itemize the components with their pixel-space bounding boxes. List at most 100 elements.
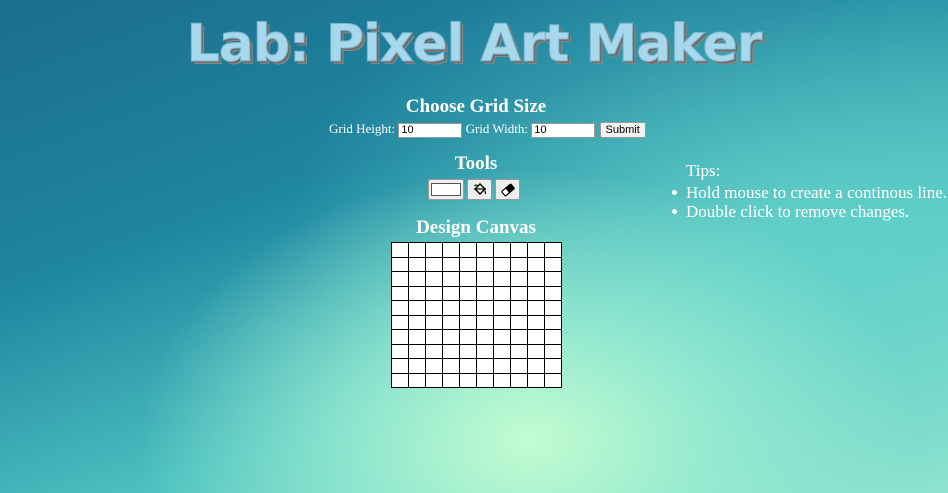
submit-button[interactable]: Submit	[599, 122, 646, 139]
canvas-cell[interactable]	[510, 285, 528, 301]
canvas-cell[interactable]	[391, 372, 409, 388]
canvas-cell[interactable]	[544, 314, 562, 330]
canvas-cell[interactable]	[442, 300, 460, 316]
canvas-cell[interactable]	[493, 372, 511, 388]
canvas-cell[interactable]	[510, 358, 528, 374]
canvas-cell[interactable]	[476, 314, 494, 330]
canvas-cell[interactable]	[425, 314, 443, 330]
canvas-cell[interactable]	[459, 343, 477, 359]
canvas-cell[interactable]	[391, 285, 409, 301]
canvas-cell[interactable]	[510, 329, 528, 345]
canvas-cell[interactable]	[527, 285, 545, 301]
canvas-cell[interactable]	[493, 242, 511, 258]
canvas-cell[interactable]	[425, 242, 443, 258]
color-picker-button[interactable]	[428, 179, 464, 200]
canvas-cell[interactable]	[391, 271, 409, 287]
fill-button[interactable]	[467, 179, 492, 200]
canvas-cell[interactable]	[527, 329, 545, 345]
canvas-cell[interactable]	[493, 256, 511, 272]
canvas-cell[interactable]	[391, 242, 409, 258]
canvas-cell[interactable]	[476, 343, 494, 359]
canvas-cell[interactable]	[391, 358, 409, 374]
canvas-cell[interactable]	[391, 343, 409, 359]
canvas-cell[interactable]	[408, 329, 426, 345]
canvas-cell[interactable]	[476, 271, 494, 287]
canvas-cell[interactable]	[408, 372, 426, 388]
canvas-cell[interactable]	[527, 242, 545, 258]
canvas-cell[interactable]	[510, 343, 528, 359]
canvas-cell[interactable]	[408, 300, 426, 316]
canvas-cell[interactable]	[544, 256, 562, 272]
canvas-cell[interactable]	[391, 314, 409, 330]
design-canvas[interactable]	[391, 242, 562, 388]
canvas-cell[interactable]	[442, 285, 460, 301]
canvas-cell[interactable]	[527, 372, 545, 388]
canvas-cell[interactable]	[459, 314, 477, 330]
canvas-cell[interactable]	[544, 358, 562, 374]
canvas-cell[interactable]	[391, 329, 409, 345]
canvas-cell[interactable]	[408, 358, 426, 374]
canvas-cell[interactable]	[527, 300, 545, 316]
canvas-cell[interactable]	[425, 343, 443, 359]
canvas-cell[interactable]	[442, 343, 460, 359]
canvas-cell[interactable]	[391, 300, 409, 316]
canvas-cell[interactable]	[425, 329, 443, 345]
canvas-cell[interactable]	[459, 242, 477, 258]
canvas-cell[interactable]	[459, 372, 477, 388]
canvas-cell[interactable]	[442, 242, 460, 258]
canvas-cell[interactable]	[493, 358, 511, 374]
canvas-cell[interactable]	[493, 314, 511, 330]
grid-width-input[interactable]	[531, 122, 596, 138]
canvas-cell[interactable]	[510, 314, 528, 330]
canvas-cell[interactable]	[493, 343, 511, 359]
canvas-cell[interactable]	[510, 271, 528, 287]
canvas-cell[interactable]	[544, 372, 562, 388]
canvas-cell[interactable]	[459, 329, 477, 345]
canvas-cell[interactable]	[510, 256, 528, 272]
canvas-cell[interactable]	[510, 372, 528, 388]
canvas-cell[interactable]	[408, 271, 426, 287]
canvas-cell[interactable]	[459, 285, 477, 301]
canvas-cell[interactable]	[544, 285, 562, 301]
canvas-cell[interactable]	[476, 285, 494, 301]
canvas-cell[interactable]	[442, 329, 460, 345]
canvas-cell[interactable]	[408, 256, 426, 272]
canvas-cell[interactable]	[425, 285, 443, 301]
canvas-cell[interactable]	[544, 329, 562, 345]
canvas-cell[interactable]	[527, 314, 545, 330]
eraser-button[interactable]	[495, 179, 520, 200]
canvas-cell[interactable]	[476, 300, 494, 316]
canvas-cell[interactable]	[476, 372, 494, 388]
canvas-cell[interactable]	[527, 256, 545, 272]
canvas-cell[interactable]	[476, 242, 494, 258]
canvas-cell[interactable]	[510, 242, 528, 258]
canvas-cell[interactable]	[544, 271, 562, 287]
canvas-cell[interactable]	[459, 300, 477, 316]
canvas-cell[interactable]	[408, 285, 426, 301]
canvas-cell[interactable]	[544, 343, 562, 359]
canvas-cell[interactable]	[408, 242, 426, 258]
canvas-cell[interactable]	[527, 343, 545, 359]
canvas-cell[interactable]	[527, 358, 545, 374]
canvas-cell[interactable]	[442, 372, 460, 388]
canvas-cell[interactable]	[442, 256, 460, 272]
canvas-cell[interactable]	[425, 300, 443, 316]
canvas-cell[interactable]	[442, 358, 460, 374]
canvas-cell[interactable]	[544, 300, 562, 316]
canvas-cell[interactable]	[493, 285, 511, 301]
canvas-cell[interactable]	[442, 271, 460, 287]
canvas-cell[interactable]	[510, 300, 528, 316]
canvas-cell[interactable]	[476, 329, 494, 345]
canvas-cell[interactable]	[493, 271, 511, 287]
canvas-cell[interactable]	[425, 271, 443, 287]
canvas-cell[interactable]	[459, 256, 477, 272]
canvas-cell[interactable]	[476, 358, 494, 374]
canvas-cell[interactable]	[408, 343, 426, 359]
canvas-cell[interactable]	[459, 271, 477, 287]
canvas-cell[interactable]	[425, 256, 443, 272]
canvas-cell[interactable]	[493, 329, 511, 345]
canvas-cell[interactable]	[442, 314, 460, 330]
canvas-cell[interactable]	[544, 242, 562, 258]
canvas-cell[interactable]	[391, 256, 409, 272]
canvas-cell[interactable]	[493, 300, 511, 316]
